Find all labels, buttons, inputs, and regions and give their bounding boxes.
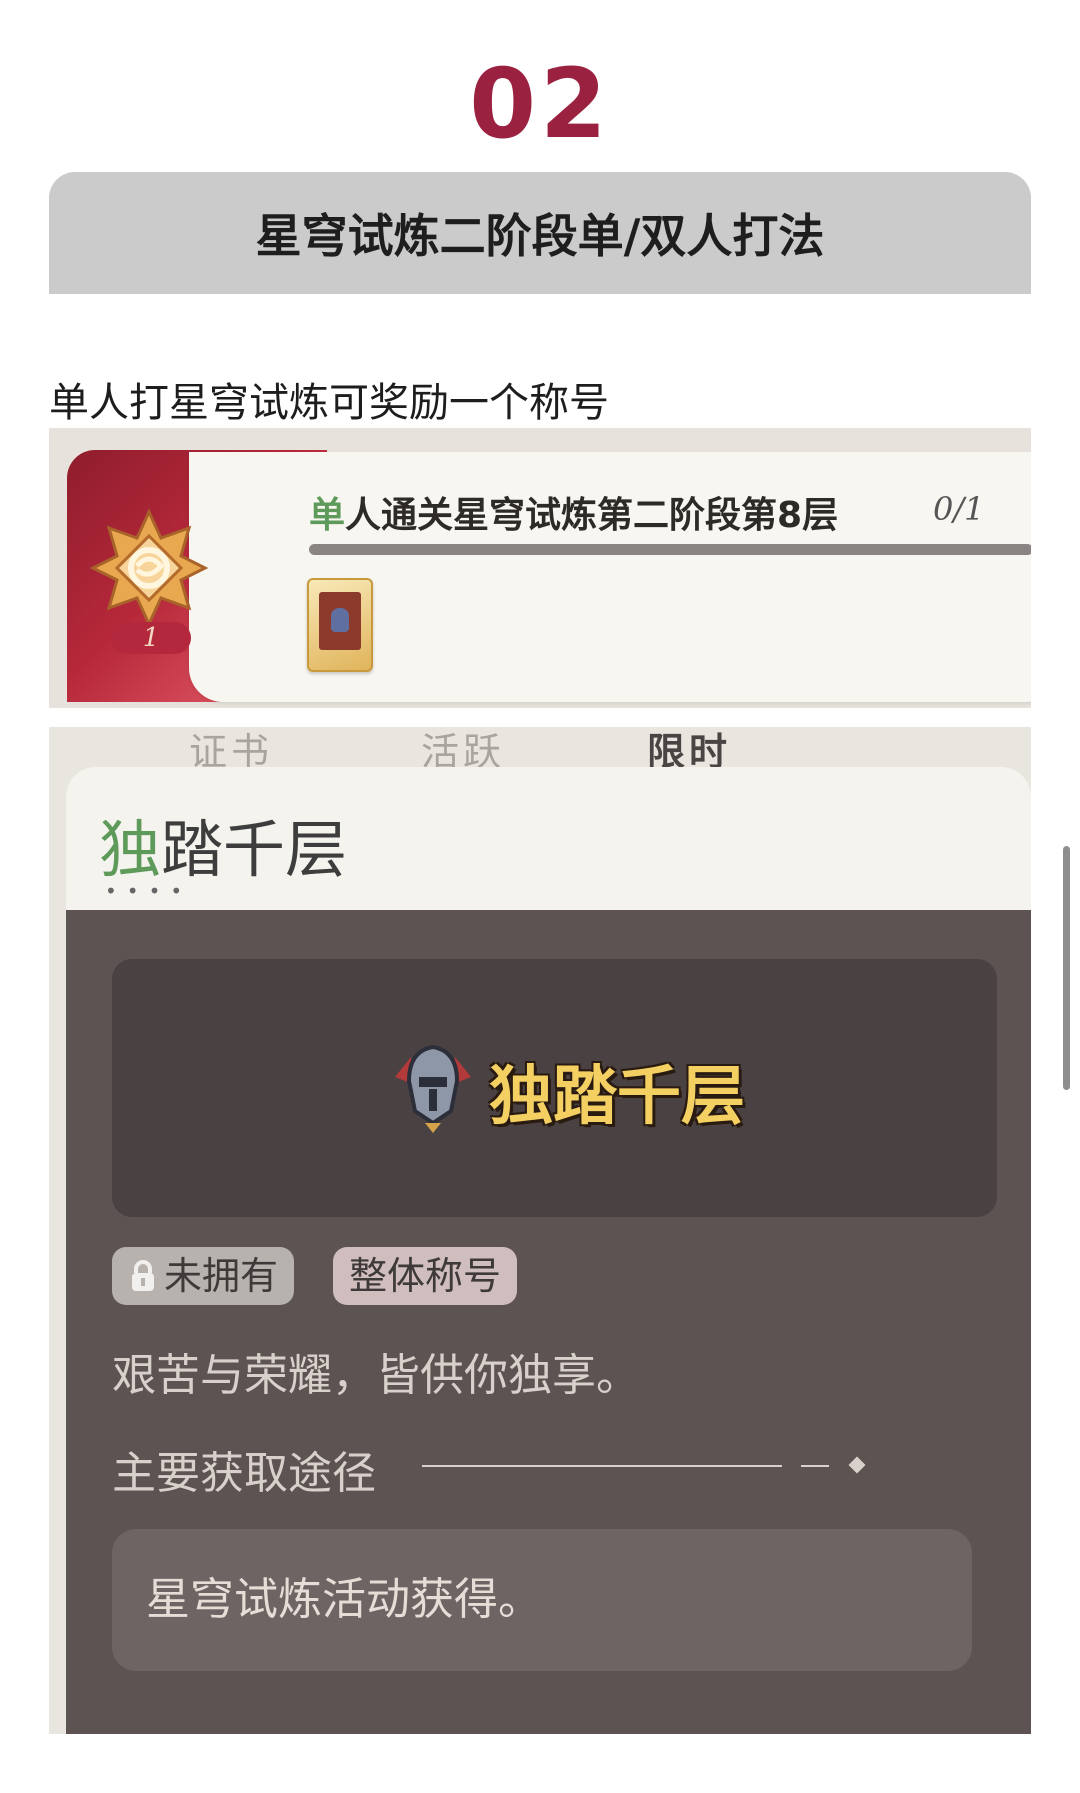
lock-icon (132, 1260, 154, 1291)
title-name-rest: 踏千层 (161, 813, 348, 886)
section-title-bar: 星穹试炼二阶段单/双人打法 (49, 172, 1031, 294)
status-chip-label: 未拥有 (164, 1254, 279, 1298)
page-scrollbar[interactable] (1063, 846, 1070, 1090)
title-preview-text: 独踏千层 (489, 1060, 745, 1134)
achievement-progress-bar (309, 544, 1031, 555)
section-number: 02 (469, 48, 611, 160)
title-description: 艰苦与荣耀，皆供你独享。 (112, 1350, 640, 1401)
status-chip-not-owned: 未拥有 (112, 1247, 295, 1305)
title-rank-dots: •••• (105, 879, 193, 903)
source-item[interactable]: 星穹试炼活动获得。 (112, 1529, 972, 1671)
title-detail-screenshot: 证书 活跃 限时 独踏千层 •••• 独踏千层 未拥有 整体称号 艰苦与荣耀，皆… (49, 727, 1031, 1734)
section-title: 星穹试炼二阶段单/双人打法 (255, 209, 825, 263)
reward-card-art (319, 592, 361, 650)
reward-card-icon[interactable] (307, 578, 373, 672)
title-name: 独踏千层 (99, 799, 347, 889)
achievement-screenshot: 1 单人通关星穹试炼第二阶段第8层 0/1 (49, 428, 1031, 708)
source-header: 主要获取途径 (112, 1448, 376, 1499)
title-type-chip: 整体称号 (333, 1247, 518, 1305)
achievement-title: 单人通关星穹试炼第二阶段第8层 (309, 486, 838, 538)
helmet-icon (395, 1044, 471, 1133)
achievement-title-first-char: 单 (309, 495, 346, 536)
intro-text: 单人打星穹试炼可奖励一个称号 (49, 380, 609, 426)
source-divider-dash (801, 1465, 829, 1467)
achievement-title-rest: 人通关星穹试炼第二阶段第8层 (345, 495, 839, 536)
source-divider (422, 1465, 782, 1467)
badge-count: 1 (111, 622, 191, 654)
title-name-first-char: 独 (99, 813, 162, 886)
achievement-progress-text: 0/1 (933, 490, 985, 528)
achievement-badge-icon (89, 508, 209, 628)
